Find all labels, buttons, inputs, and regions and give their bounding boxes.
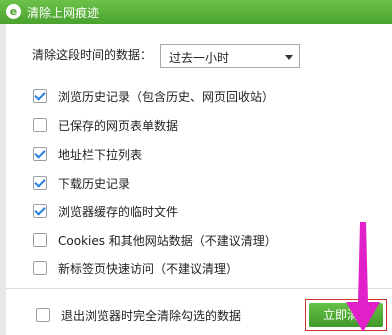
chevron-down-icon — [285, 55, 293, 60]
checkbox[interactable] — [33, 118, 47, 132]
checkbox[interactable] — [33, 233, 47, 247]
divider — [6, 288, 392, 289]
checkbox[interactable] — [33, 147, 47, 161]
option-label: 下载历史记录 — [58, 177, 131, 191]
browser-logo-icon: e — [6, 4, 21, 19]
option-label: Cookies 和其他网站数据（不建议清理） — [58, 234, 277, 248]
checkbox[interactable] — [33, 261, 47, 275]
checkbox[interactable] — [33, 176, 47, 190]
option-label: 浏览器缓存的临时文件 — [58, 205, 179, 219]
time-range-label: 清除这段时间的数据： — [32, 48, 153, 62]
annotation-arrow-icon — [346, 222, 380, 332]
checkbox[interactable] — [33, 204, 47, 218]
time-range-select[interactable]: 过去一小时 — [160, 44, 300, 68]
checkbox[interactable] — [36, 308, 50, 322]
option-label: 地址栏下拉列表 — [58, 148, 143, 162]
window-title: 清除上网痕迹 — [27, 6, 100, 20]
exit-clear-label: 退出浏览器时完全清除勾选的数据 — [61, 309, 242, 323]
time-range-value: 过去一小时 — [169, 51, 230, 65]
option-label: 已保存的网页表单数据 — [58, 119, 179, 133]
option-label: 浏览历史记录（包含历史、网页回收站） — [58, 90, 275, 104]
option-label: 新标签页快速访问（不建议清理） — [58, 262, 239, 276]
checkbox[interactable] — [33, 89, 47, 103]
title-bar: e 清除上网痕迹 — [0, 0, 392, 24]
